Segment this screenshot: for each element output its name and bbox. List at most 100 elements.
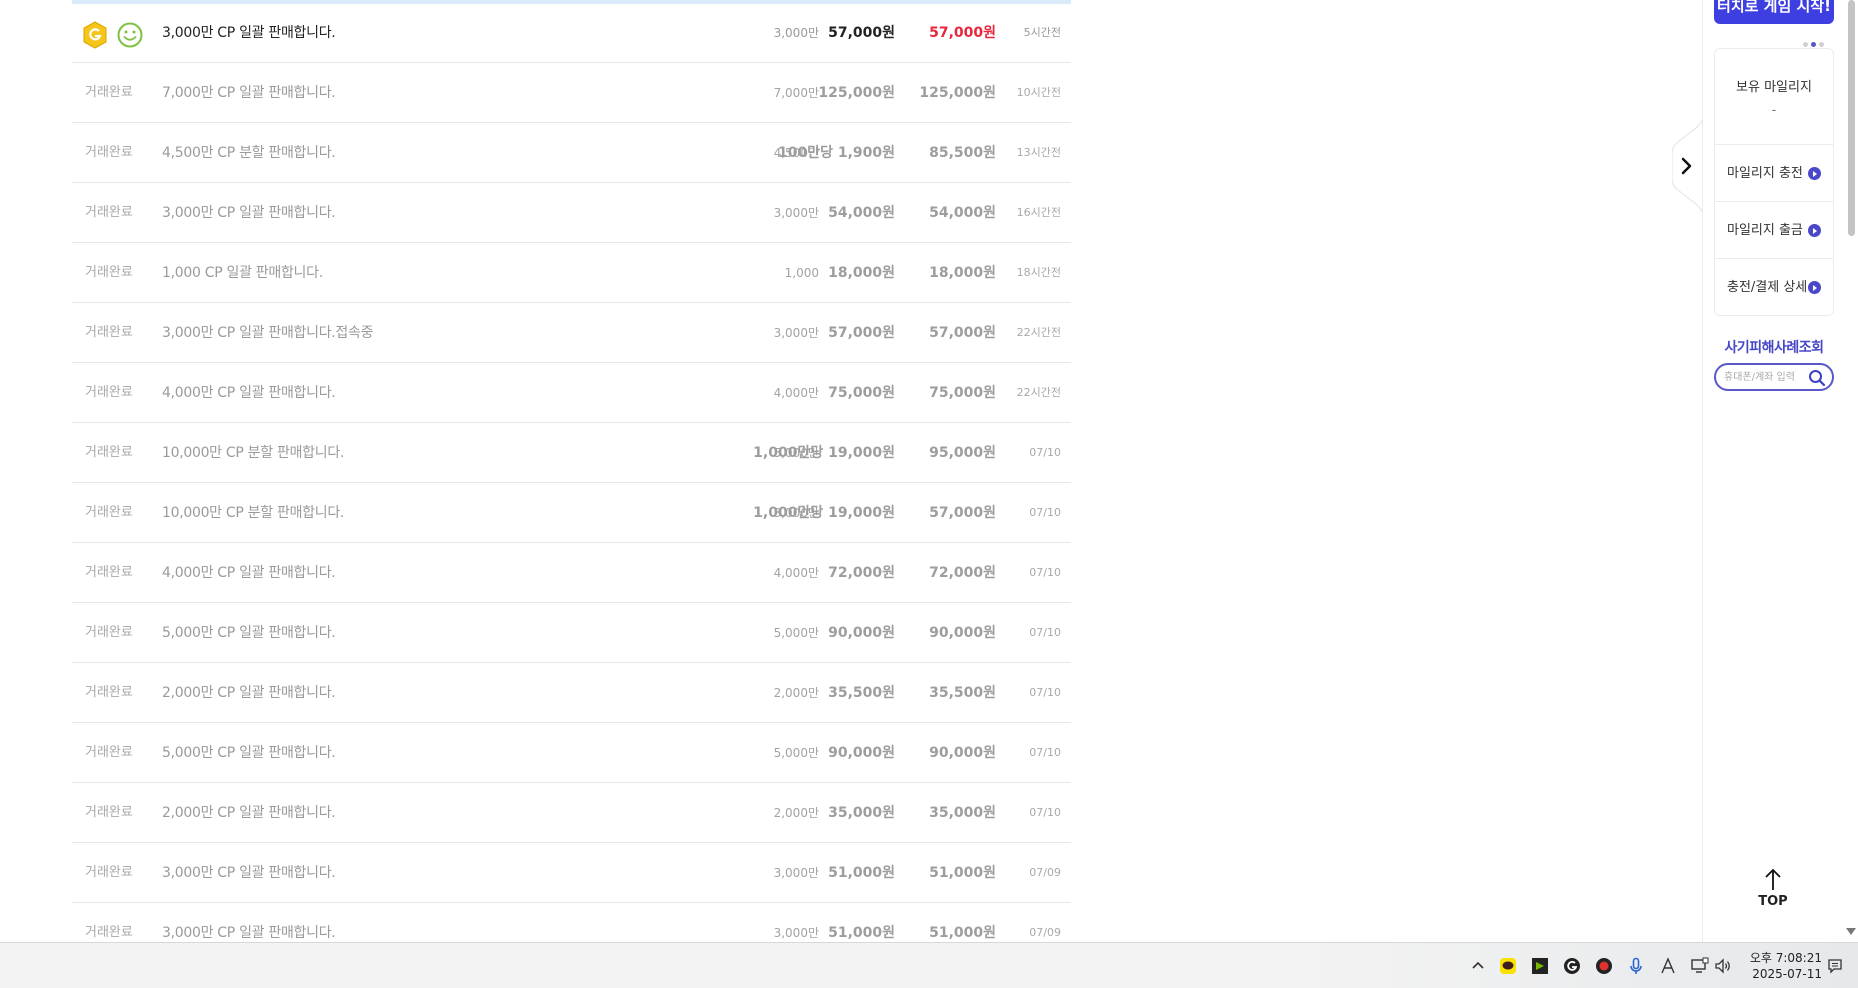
ime-a-icon[interactable]: [1659, 957, 1677, 975]
clock-time: 오후 7:08:21: [1749, 951, 1822, 965]
table-row[interactable]: 거래완료 3,000만 CP 일괄 판매합니다. 3,000만 54,000원 54,0…: [72, 183, 1071, 243]
trade-quantity: 3,000만: [773, 26, 819, 40]
mileage-box: 보유 마일리지 - 마일리지 충전 마일리지 출금 충전/결제 상세: [1714, 48, 1834, 316]
trade-title[interactable]: 2,000만 CP 일괄 판매합니다.: [162, 663, 336, 723]
table-row[interactable]: 거래완료 4,000만 CP 일괄 판매합니다. 4,000만 75,000원 75,0…: [72, 363, 1071, 423]
taskbar-clock[interactable]: 오후 7:08:21 2025-07-11: [1744, 950, 1822, 982]
trade-title[interactable]: 3,000만 CP 일괄 판매합니다.접속중: [162, 303, 373, 363]
fraud-search-input[interactable]: [1724, 368, 1806, 386]
trade-unit-price: 72,000원: [828, 565, 895, 581]
table-row[interactable]: 거래완료 1,000 CP 일괄 판매합니다. 1,000 18,000원 18,000…: [72, 243, 1071, 303]
red-app-icon[interactable]: [1595, 957, 1613, 975]
trade-total-price: 95,000원: [929, 445, 996, 461]
mic-icon[interactable]: [1627, 957, 1645, 975]
g-app-icon[interactable]: [1563, 957, 1581, 975]
fraud-lookup-title: 사기피해사례조회: [1724, 340, 1824, 356]
table-row[interactable]: 거래완료 7,000만 CP 일괄 판매합니다. 7,000만 125,000원 125…: [72, 63, 1071, 123]
trade-status: 거래완료: [85, 385, 133, 400]
trade-unit-price: 51,000원: [828, 865, 895, 881]
trade-title[interactable]: 10,000만 CP 분할 판매합니다.: [162, 483, 344, 543]
trade-status: 거래완료: [85, 865, 133, 880]
trade-status: 거래완료: [85, 745, 133, 760]
network-icon[interactable]: [1691, 957, 1709, 975]
panel-toggle-tab[interactable]: [1672, 116, 1703, 216]
trade-unit-price: 35,000원: [828, 805, 895, 821]
scroll-down-arrow-icon[interactable]: [1846, 928, 1856, 935]
table-row[interactable]: 거래완료 5,000만 CP 일괄 판매합니다. 5,000만 90,000원 90,0…: [72, 603, 1071, 663]
trade-total-price: 57,000원: [929, 25, 996, 41]
trade-status: 거래완료: [85, 85, 133, 100]
trade-title[interactable]: 10,000만 CP 분할 판매합니다.: [162, 423, 344, 483]
scrollbar-thumb[interactable]: [1848, 0, 1855, 236]
table-row[interactable]: 거래완료 10,000만 CP 분할 판매합니다. 3,000만 1,000만당 19…: [72, 483, 1071, 543]
trade-time: 07/10: [1029, 506, 1061, 519]
table-row[interactable]: 거래완료 5,000만 CP 일괄 판매합니다. 5,000만 90,000원 90,0…: [72, 723, 1071, 783]
trade-title[interactable]: 5,000만 CP 일괄 판매합니다.: [162, 603, 336, 663]
trade-title[interactable]: 5,000만 CP 일괄 판매합니다.: [162, 723, 336, 783]
table-row[interactable]: 3,000만 CP 일괄 판매합니다. 3,000만 57,000원 57,000원 5…: [72, 3, 1071, 63]
trade-quantity: 3,000만: [773, 926, 819, 940]
table-row[interactable]: 거래완료 2,000만 CP 일괄 판매합니다. 2,000만 35,000원 35,0…: [72, 783, 1071, 843]
page-scrollbar[interactable]: [1844, 0, 1858, 942]
trade-title[interactable]: 4,500만 CP 분할 판매합니다.: [162, 123, 336, 183]
trade-time: 13시간전: [1016, 146, 1061, 159]
smile-icon: [117, 22, 143, 48]
trade-status: 거래완료: [85, 685, 133, 700]
trade-list: 3,000만 CP 일괄 판매합니다. 3,000만 57,000원 57,000원 5…: [72, 0, 1071, 942]
trade-total-price: 54,000원: [929, 205, 996, 221]
trade-status: 거래완료: [85, 145, 133, 160]
notification-icon[interactable]: [1826, 957, 1844, 975]
mileage-charge-link[interactable]: 마일리지 충전: [1715, 145, 1833, 202]
table-row[interactable]: 거래완료 10,000만 CP 분할 판매합니다. 5,000만 1,000만당 19…: [72, 423, 1071, 483]
trade-status: 거래완료: [85, 505, 133, 520]
trade-title[interactable]: 1,000 CP 일괄 판매합니다.: [162, 243, 323, 303]
table-row[interactable]: 거래완료 4,000만 CP 일괄 판매합니다. 4,000만 72,000원 72,0…: [72, 543, 1071, 603]
trade-status: 거래완료: [85, 925, 133, 940]
payment-detail-link[interactable]: 충전/결제 상세: [1715, 259, 1833, 316]
trade-title[interactable]: 2,000만 CP 일괄 판매합니다.: [162, 783, 336, 843]
trade-time: 22시간전: [1016, 386, 1061, 399]
trade-status: 거래완료: [85, 265, 133, 280]
mileage-charge-label: 마일리지 충전: [1727, 166, 1803, 181]
table-row[interactable]: 거래완료 3,000만 CP 일괄 판매합니다. 3,000만 51,000원 51,0…: [72, 903, 1071, 942]
kakaotalk-icon[interactable]: [1499, 957, 1517, 975]
trade-total-price: 35,000원: [929, 805, 996, 821]
trade-quantity: 1,000: [784, 266, 819, 280]
arrow-circle-icon: [1808, 167, 1821, 180]
search-icon[interactable]: [1808, 369, 1826, 387]
trade-total-price: 90,000원: [929, 625, 996, 641]
table-row[interactable]: 거래완료 3,000만 CP 일괄 판매합니다.접속중 3,000만 57,000원 5…: [72, 303, 1071, 363]
trade-status: 거래완료: [85, 205, 133, 220]
trade-title[interactable]: 3,000만 CP 일괄 판매합니다.: [162, 903, 336, 942]
table-row[interactable]: 거래완료 4,500만 CP 분할 판매합니다. 4,500만 100만당 1,900…: [72, 123, 1071, 183]
trade-title[interactable]: 3,000만 CP 일괄 판매합니다.: [162, 3, 336, 63]
chevron-up-icon[interactable]: [1469, 957, 1487, 975]
seller-badges: [82, 21, 143, 49]
game-start-button[interactable]: 터치로 게임 시작!: [1714, 0, 1834, 24]
trade-quantity: 3,000만: [773, 866, 819, 880]
trade-total-price: 51,000원: [929, 925, 996, 941]
volume-icon[interactable]: [1714, 957, 1732, 975]
trade-title[interactable]: 4,000만 CP 일괄 판매합니다.: [162, 543, 336, 603]
mileage-withdraw-link[interactable]: 마일리지 출금: [1715, 202, 1833, 259]
mileage-withdraw-label: 마일리지 출금: [1727, 223, 1803, 238]
nvidia-icon[interactable]: [1531, 957, 1549, 975]
carousel-dots[interactable]: [1803, 32, 1833, 47]
trade-unit-price: 18,000원: [828, 265, 895, 281]
trade-unit-price: 90,000원: [828, 625, 895, 641]
trade-unit-price: 90,000원: [828, 745, 895, 761]
scroll-top-button[interactable]: TOP: [1748, 868, 1798, 918]
arrow-circle-icon: [1808, 224, 1821, 237]
trade-title[interactable]: 3,000만 CP 일괄 판매합니다.: [162, 183, 336, 243]
trade-unit-price: 54,000원: [828, 205, 895, 221]
trade-title[interactable]: 4,000만 CP 일괄 판매합니다.: [162, 363, 336, 423]
arrow-circle-icon: [1808, 281, 1821, 294]
trade-total-price: 57,000원: [929, 325, 996, 341]
trade-unit-price: 57,000원: [828, 325, 895, 341]
table-row[interactable]: 거래완료 2,000만 CP 일괄 판매합니다. 2,000만 35,500원 35,5…: [72, 663, 1071, 723]
trade-title[interactable]: 7,000만 CP 일괄 판매합니다.: [162, 63, 336, 123]
trade-unit-price: 75,000원: [828, 385, 895, 401]
table-row[interactable]: 거래완료 3,000만 CP 일괄 판매합니다. 3,000만 51,000원 51,0…: [72, 843, 1071, 903]
trade-title[interactable]: 3,000만 CP 일괄 판매합니다.: [162, 843, 336, 903]
trade-quantity: 3,000만: [773, 206, 819, 220]
